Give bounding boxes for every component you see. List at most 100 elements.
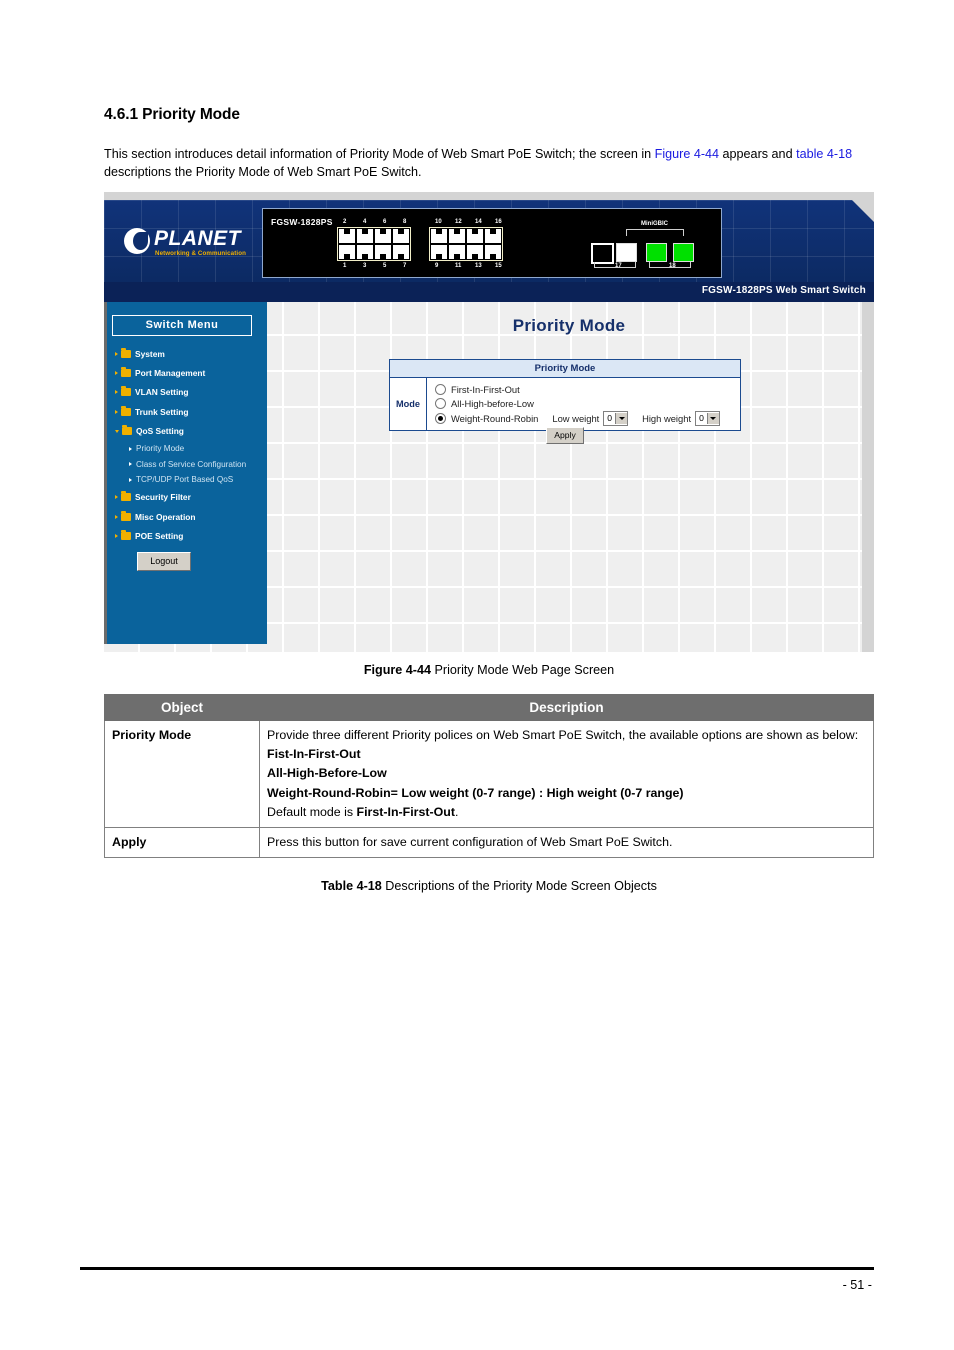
uplink-number-18: 18 [669, 263, 676, 269]
figure-caption-label: Figure 4-44 [363, 663, 431, 677]
document-page: 4.6.1 Priority Mode This section introdu… [0, 0, 954, 1350]
sidebar-item-label: System [135, 348, 165, 359]
row-object-priority-mode: Priority Mode [104, 719, 260, 829]
panel-header-title: Priority Mode [390, 360, 740, 378]
folder-icon [121, 405, 131, 416]
port-label-14: 14 [475, 219, 482, 225]
chevron-right-icon [115, 390, 118, 395]
radio-icon[interactable] [435, 383, 446, 395]
radio-icon[interactable] [435, 398, 446, 410]
sidebar-subitem-tcp-udp-qos[interactable]: TCP/UDP Port Based QoS [115, 472, 267, 488]
sidebar-item-label: VLAN Setting [135, 387, 189, 398]
sidebar-item-security-filter[interactable]: Security Filter [115, 488, 267, 507]
figure-caption: Figure 4-44 Priority Mode Web Page Scree… [104, 663, 874, 677]
desc-intro: Provide three different Priority polices… [267, 728, 859, 742]
sidebar: Switch Menu System Port Management VLAN … [104, 302, 267, 644]
option-label: First-In-First-Out [451, 383, 520, 395]
chevron-down-icon[interactable] [706, 412, 719, 424]
option-weight-round-robin[interactable]: Weight-Round-Robin Low weight 0 High wei… [435, 410, 740, 426]
low-weight-select[interactable]: 0 [603, 410, 629, 426]
desc-option-2: All-High-Before-Low [267, 766, 387, 781]
high-weight-value: 0 [699, 413, 704, 424]
port-row-bottom-2 [430, 244, 502, 260]
intro-paragraph: This section introduces detail informati… [104, 146, 872, 181]
figure-link[interactable]: Figure 4-44 [655, 147, 719, 161]
rj45-port-12 [449, 229, 465, 243]
intro-text-part3: descriptions the Priority Mode of Web Sm… [104, 164, 422, 179]
sidebar-item-port-management[interactable]: Port Management [115, 363, 267, 382]
row-object-apply: Apply [104, 827, 260, 859]
chevron-down-icon[interactable] [615, 412, 628, 424]
table-caption-text: Descriptions of the Priority Mode Screen… [381, 879, 657, 893]
sidebar-item-poe-setting[interactable]: POE Setting [115, 527, 267, 546]
table-link[interactable]: table 4-18 [796, 147, 852, 161]
table-row: Apply Press this button for save current… [104, 827, 874, 859]
sidebar-item-label: Misc Operation [135, 511, 196, 522]
folder-icon [121, 386, 131, 397]
descriptions-table: Object Description Priority Mode Provide… [104, 694, 874, 859]
chevron-right-icon [115, 495, 118, 500]
folder-icon [122, 425, 132, 436]
logout-button[interactable]: Logout [137, 552, 191, 571]
low-weight-label: Low weight [552, 412, 600, 424]
intro-text-part2: appears and [719, 147, 797, 161]
table-row: Priority Mode Provide three different Pr… [104, 719, 874, 829]
priority-mode-panel: Priority Mode Mode First-In-First-Out Al… [389, 359, 741, 431]
option-all-high-before-low[interactable]: All-High-before-Low [435, 397, 740, 412]
web-ui-content: Switch Menu System Port Management VLAN … [104, 302, 874, 652]
sidebar-subitem-class-of-service[interactable]: Class of Service Configuration [115, 457, 267, 473]
sidebar-item-qos-setting[interactable]: QoS Setting [115, 422, 267, 441]
sidebar-subitem-priority-mode[interactable]: Priority Mode [115, 441, 267, 457]
banner-top-strip [104, 192, 874, 200]
vertical-scrollbar[interactable] [862, 302, 874, 652]
row-description-priority-mode: Provide three different Priority polices… [259, 719, 874, 829]
chevron-right-icon [129, 462, 132, 467]
sidebar-item-vlan-setting[interactable]: VLAN Setting [115, 383, 267, 402]
port-label-8: 8 [403, 219, 407, 225]
planet-logo-icon [124, 228, 150, 254]
rj45-port-7 [393, 245, 409, 259]
sidebar-item-label: Security Filter [135, 492, 191, 503]
mode-row-label: Mode [390, 378, 427, 430]
sidebar-subitem-label: Priority Mode [136, 444, 185, 454]
port-label-5: 5 [383, 263, 387, 269]
minigbic-bracket [626, 229, 684, 236]
port-label-15: 15 [495, 263, 502, 269]
port-row-top-2 [430, 228, 502, 244]
apply-button[interactable]: Apply [546, 427, 584, 444]
minigbic-label: MiniGBIC [641, 221, 668, 227]
folder-icon [121, 347, 131, 358]
folder-icon [121, 510, 131, 521]
folder-icon [121, 530, 131, 541]
port-block-right [429, 227, 503, 261]
port-label-1: 1 [343, 263, 347, 269]
radio-icon-selected[interactable] [435, 412, 446, 424]
chevron-right-icon [115, 351, 118, 356]
option-first-in-first-out[interactable]: First-In-First-Out [435, 382, 740, 397]
option-label: All-High-before-Low [451, 398, 534, 410]
sidebar-item-system[interactable]: System [115, 344, 267, 363]
sidebar-item-misc-operation[interactable]: Misc Operation [115, 507, 267, 526]
page-number: - 51 - [842, 1278, 872, 1292]
port-label-16: 16 [495, 219, 502, 225]
banner-footer: FGSW-1828PS Web Smart Switch [104, 282, 874, 302]
rj45-port-3 [357, 245, 373, 259]
footer-divider [80, 1267, 874, 1270]
rj45-port-8 [393, 229, 409, 243]
low-weight-value: 0 [607, 413, 613, 424]
sidebar-item-trunk-setting[interactable]: Trunk Setting [115, 402, 267, 421]
figure-caption-text: Priority Mode Web Page Screen [431, 663, 615, 677]
rj45-port-9 [431, 245, 447, 259]
uplink-number-17: 17 [615, 263, 622, 269]
row-description-apply: Press this button for save current confi… [259, 827, 874, 859]
device-front-panel: FGSW-1828PS 2 4 6 8 10 12 14 16 1 3 5 7 … [262, 208, 722, 278]
desc-option-1: Fist-In-First-Out [267, 747, 361, 762]
rj45-port-13 [467, 245, 483, 259]
high-weight-select[interactable]: 0 [695, 410, 720, 426]
chevron-down-icon [115, 430, 119, 434]
switch-menu-title[interactable]: Switch Menu [112, 315, 252, 336]
chevron-right-icon [129, 477, 132, 482]
port-label-12: 12 [455, 219, 462, 225]
port-label-10: 10 [435, 219, 442, 225]
rj45-port-10 [431, 229, 447, 243]
